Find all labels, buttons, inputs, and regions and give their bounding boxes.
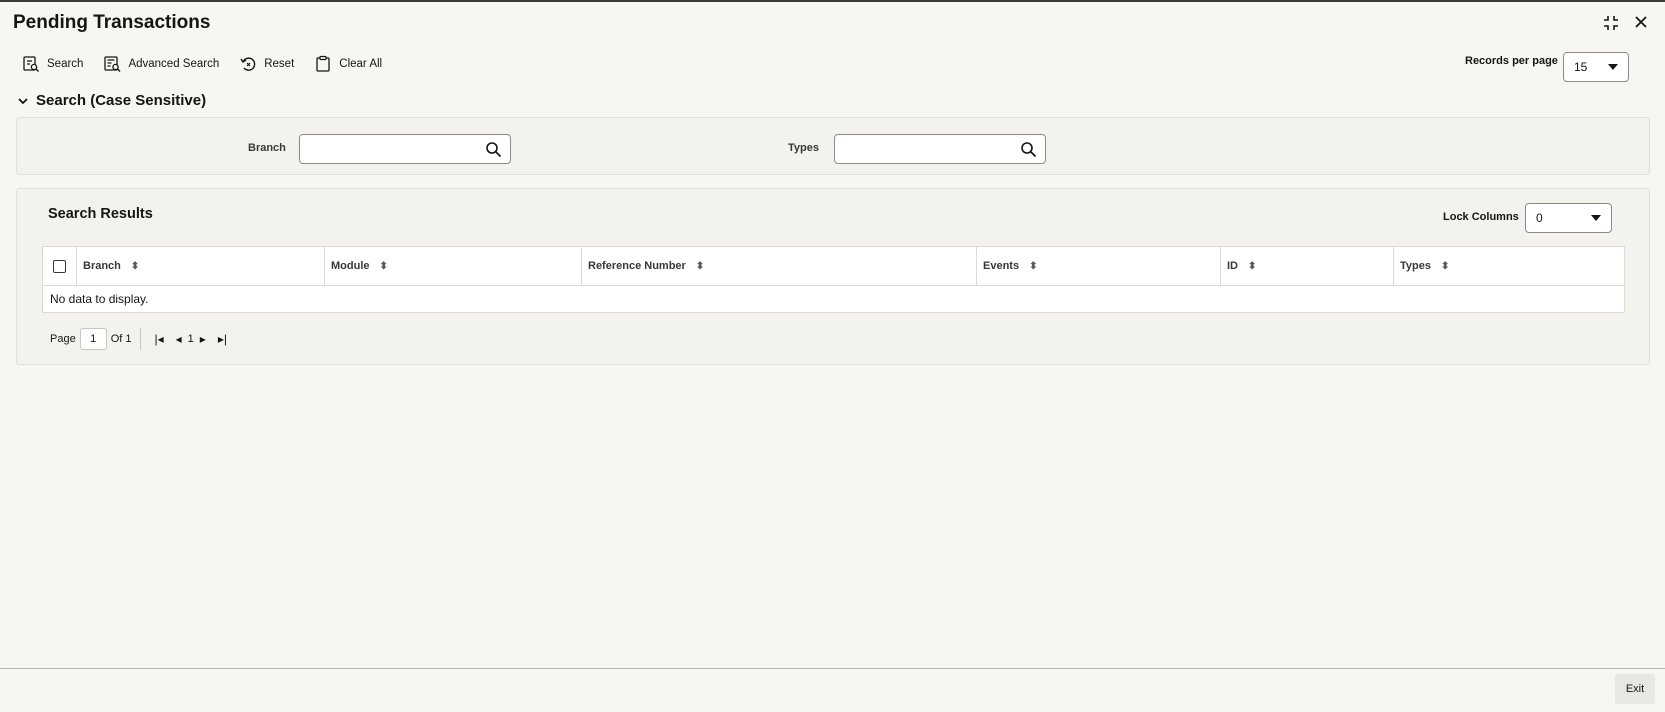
current-page: 1	[187, 333, 194, 345]
toolbar: Search Advanced Search Reset Clear All	[22, 55, 402, 73]
sort-icon: ⬍	[379, 260, 388, 272]
footer-bar: Exit	[0, 668, 1665, 712]
sort-icon: ⬍	[1440, 260, 1450, 272]
previous-page-icon[interactable]: ◂	[176, 332, 182, 346]
column-header-id[interactable]: ID ⬍	[1221, 247, 1394, 285]
advanced-search-button[interactable]: Advanced Search	[103, 55, 219, 73]
search-section-title: Search (Case Sensitive)	[36, 92, 207, 109]
column-header-reference-number[interactable]: Reference Number ⬍	[582, 247, 977, 285]
sort-icon: ⬍	[130, 260, 140, 272]
column-label: ID	[1227, 260, 1238, 272]
page-number-input[interactable]: 1	[79, 328, 107, 350]
clipboard-icon	[316, 55, 330, 72]
search-panel: Branch Types	[16, 117, 1650, 175]
pagination: Page 1 Of 1 |◂ ◂ 1 ▸ ▸|	[50, 328, 233, 350]
records-per-page-value: 15	[1574, 60, 1588, 74]
column-label: Module	[331, 260, 370, 272]
top-strip	[0, 0, 1665, 2]
page-title: Pending Transactions	[13, 12, 211, 33]
types-label: Types	[788, 142, 819, 154]
lock-columns-select[interactable]: 0	[1525, 203, 1612, 233]
caret-down-icon	[1608, 64, 1618, 70]
table-header: Branch ⬍ Module ⬍ Reference Number ⬍ Events…	[43, 247, 1624, 286]
empty-message: No data to display.	[50, 292, 149, 306]
search-section-toggle[interactable]: Search (Case Sensitive)	[16, 92, 206, 109]
next-page-icon[interactable]: ▸	[200, 332, 206, 346]
lock-columns-label: Lock Columns	[1443, 211, 1519, 223]
results-table: Branch ⬍ Module ⬍ Reference Number ⬍ Events…	[42, 246, 1625, 313]
reset-button-label: Reset	[264, 58, 295, 70]
advanced-search-button-label: Advanced Search	[128, 58, 220, 70]
column-header-branch[interactable]: Branch ⬍	[77, 247, 325, 285]
page-label: Page	[50, 333, 76, 345]
close-icon[interactable]	[1631, 14, 1651, 34]
sort-icon: ⬍	[1248, 260, 1257, 272]
column-label: Events	[983, 260, 1020, 272]
exit-button[interactable]: Exit	[1615, 674, 1655, 704]
sort-icon: ⬍	[695, 260, 705, 272]
reset-button[interactable]: Reset	[239, 55, 294, 73]
column-label: Types	[1400, 260, 1431, 272]
reset-icon	[240, 57, 256, 71]
minimize-icon[interactable]	[1601, 14, 1621, 34]
search-icon[interactable]	[1020, 141, 1037, 158]
column-header-events[interactable]: Events ⬍	[977, 247, 1221, 285]
search-button-label: Search	[47, 58, 84, 70]
branch-label: Branch	[248, 142, 286, 154]
types-field[interactable]	[834, 134, 1046, 164]
select-all-checkbox[interactable]	[53, 259, 66, 273]
clear-all-button[interactable]: Clear All	[314, 55, 382, 73]
caret-down-icon	[1591, 215, 1601, 221]
lock-columns-value: 0	[1536, 211, 1543, 225]
sort-icon: ⬍	[1029, 260, 1038, 272]
chevron-down-icon	[18, 97, 28, 104]
records-per-page-select[interactable]: 15	[1563, 52, 1629, 82]
last-page-icon[interactable]: ▸|	[218, 332, 227, 346]
search-button[interactable]: Search	[22, 55, 83, 73]
column-header-module[interactable]: Module ⬍	[325, 247, 582, 285]
search-doc-icon	[23, 56, 39, 72]
first-page-icon[interactable]: |◂	[155, 332, 164, 346]
records-per-page-label: Records per page	[1465, 55, 1558, 67]
window-controls	[1601, 14, 1651, 34]
search-results-panel: Search Results Lock Columns 0 Branch ⬍ Mo…	[16, 188, 1650, 365]
search-icon[interactable]	[485, 141, 502, 158]
column-label: Branch	[83, 260, 121, 272]
search-results-title: Search Results	[48, 206, 153, 222]
divider	[139, 328, 141, 350]
branch-field[interactable]	[299, 134, 511, 164]
clear-all-button-label: Clear All	[339, 58, 383, 70]
page-count-label: Of 1	[110, 333, 132, 345]
select-all-cell	[43, 247, 77, 285]
column-label: Reference Number	[588, 260, 686, 272]
advanced-search-icon	[104, 56, 121, 72]
column-header-types[interactable]: Types ⬍	[1394, 247, 1624, 285]
